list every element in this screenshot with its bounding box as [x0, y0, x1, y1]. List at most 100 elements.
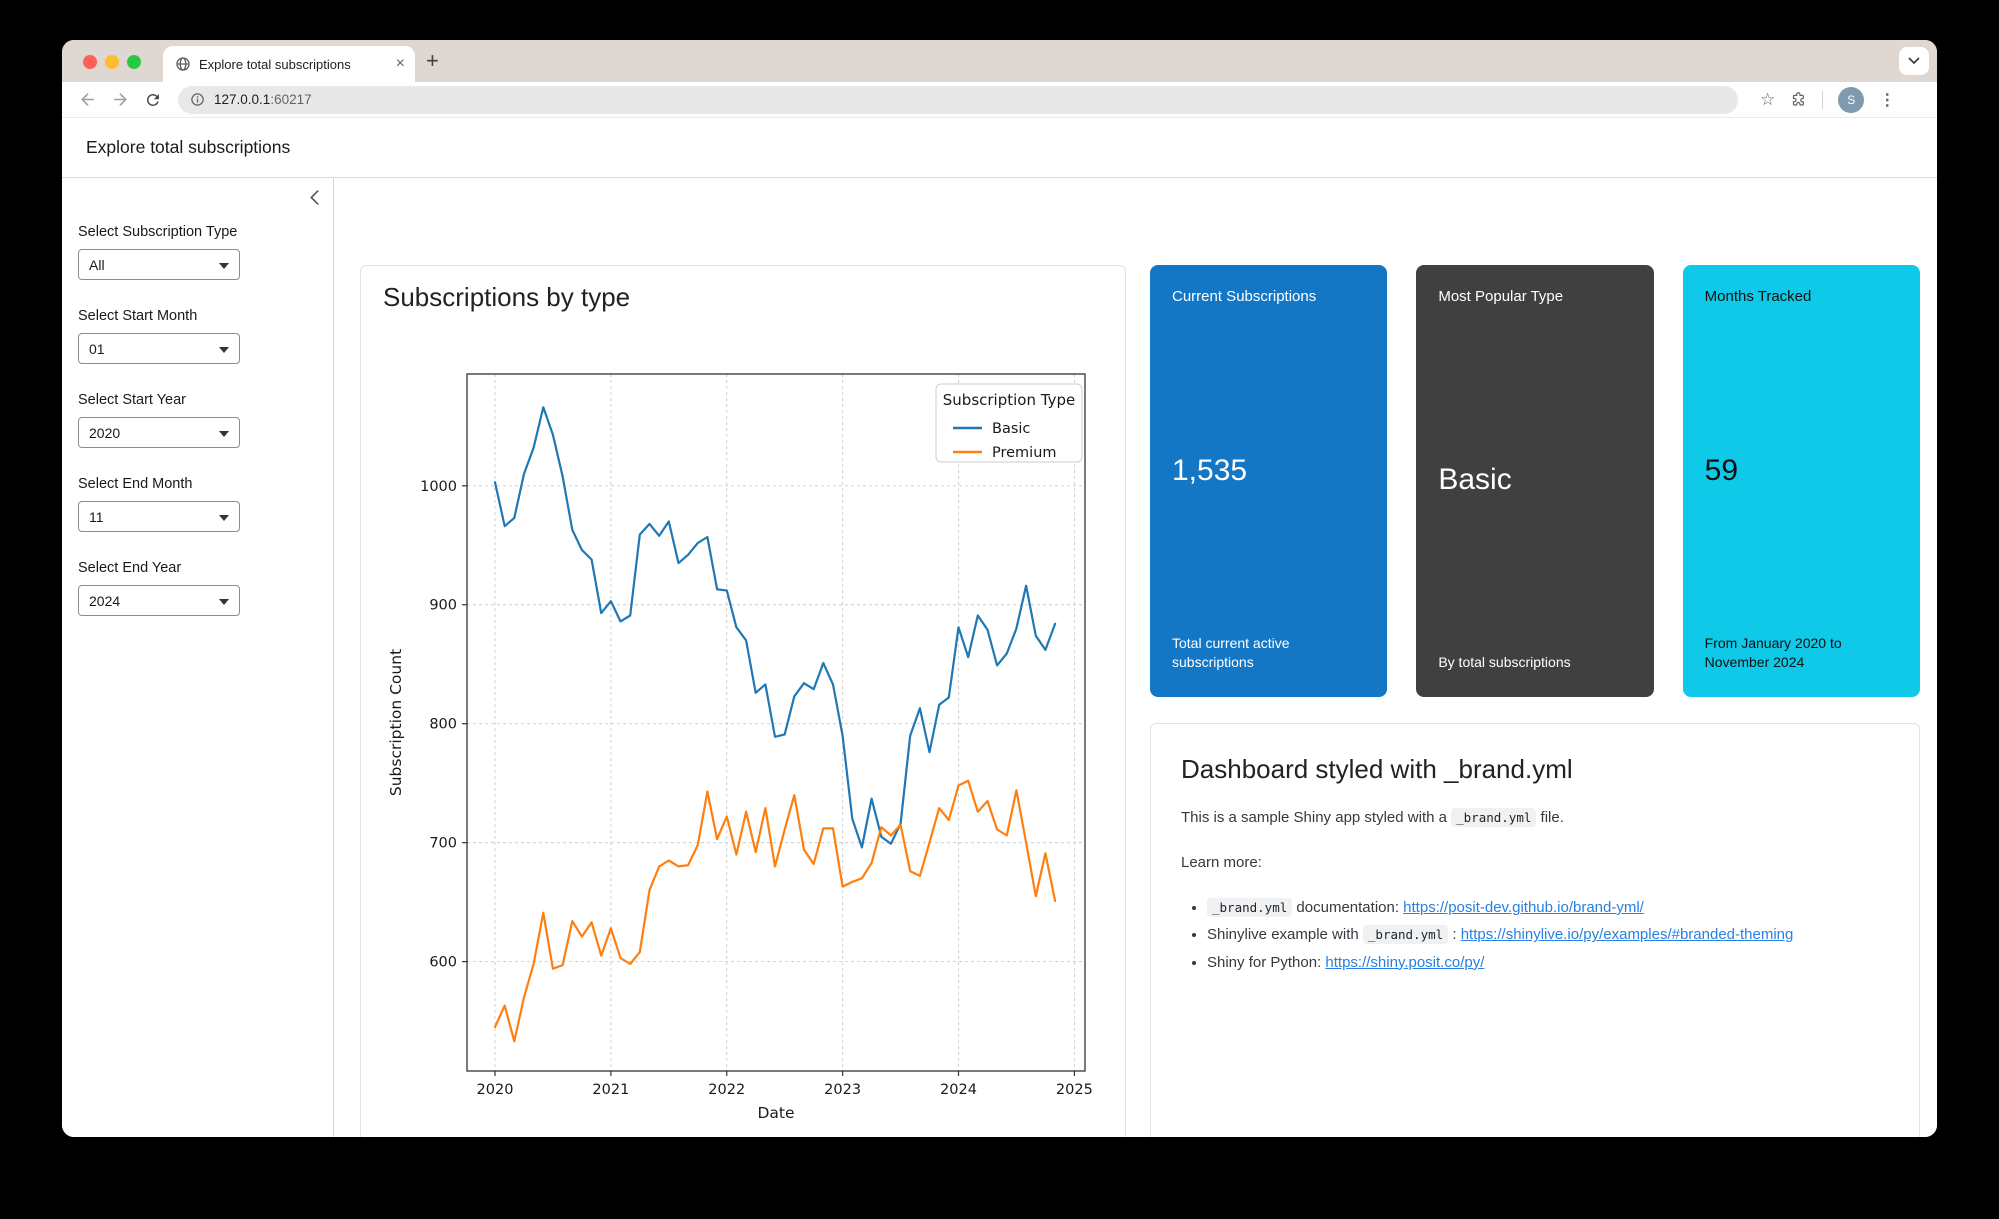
- value-box-current-subscriptions: Current Subscriptions 1,535 Total curren…: [1150, 265, 1387, 697]
- forward-icon[interactable]: [111, 90, 130, 109]
- select-caret-icon: [219, 599, 229, 605]
- svg-text:2022: 2022: [708, 1082, 745, 1098]
- list-item-text: Shinylive example with: [1207, 926, 1363, 943]
- external-link[interactable]: https://shinylive.io/py/examples/#brande…: [1461, 926, 1794, 943]
- end-month-select[interactable]: 11: [78, 501, 240, 532]
- value-box-months-tracked: Months Tracked 59 From January 2020 to N…: [1683, 265, 1920, 697]
- list-item-text: documentation:: [1292, 899, 1403, 916]
- svg-text:2024: 2024: [940, 1082, 977, 1098]
- toolbar-divider: [1822, 91, 1823, 109]
- url-bar[interactable]: 127.0.0.1:60217: [178, 86, 1738, 114]
- info-card-intro: This is a sample Shiny app styled with a…: [1181, 807, 1889, 830]
- value-box-caption: By total subscriptions: [1438, 653, 1631, 673]
- list-item-text: :: [1448, 926, 1461, 943]
- end-year-select[interactable]: 2024: [78, 585, 240, 616]
- svg-text:700: 700: [429, 836, 457, 852]
- url-text: 127.0.0.1:60217: [214, 92, 312, 107]
- start-year-select[interactable]: 2020: [78, 417, 240, 448]
- subscription-type-select[interactable]: All: [78, 249, 240, 280]
- sidebar: Select Subscription Type All Select Star…: [62, 178, 334, 1137]
- start-year-value: 2020: [89, 425, 120, 441]
- end-year-group: Select End Year 2024: [78, 560, 317, 616]
- chart-title: Subscriptions by type: [361, 266, 1125, 313]
- start-month-label: Select Start Month: [78, 308, 317, 324]
- svg-text:Basic: Basic: [992, 421, 1030, 437]
- new-tab-button[interactable]: +: [426, 48, 439, 74]
- back-icon[interactable]: [78, 90, 97, 109]
- svg-text:2021: 2021: [592, 1082, 629, 1098]
- tab-search-button[interactable]: [1899, 47, 1929, 75]
- start-month-value: 01: [89, 341, 105, 357]
- menu-kebab-icon[interactable]: ⋮: [1879, 90, 1895, 110]
- value-box-row: Current Subscriptions 1,535 Total curren…: [1150, 265, 1920, 697]
- page-title: Explore total subscriptions: [86, 137, 290, 158]
- select-caret-icon: [219, 431, 229, 437]
- value-box-title: Most Popular Type: [1438, 287, 1631, 307]
- reload-icon[interactable]: [144, 91, 162, 109]
- code-chip: _brand.yml: [1207, 898, 1292, 917]
- learn-more-label: Learn more:: [1181, 852, 1889, 875]
- end-month-label: Select End Month: [78, 476, 317, 492]
- code-chip: _brand.yml: [1451, 808, 1536, 827]
- subscription-type-value: All: [89, 257, 105, 273]
- select-caret-icon: [219, 263, 229, 269]
- tab-strip: Explore total subscriptions × +: [62, 40, 1937, 82]
- learn-more-list: _brand.yml documentation: https://posit-…: [1181, 896, 1889, 974]
- profile-avatar[interactable]: S: [1838, 87, 1864, 113]
- start-month-group: Select Start Month 01: [78, 308, 317, 364]
- chart-card: Subscriptions by type 600 700 800 900 1000 20…: [360, 265, 1126, 1137]
- value-box-title: Months Tracked: [1705, 287, 1898, 307]
- svg-text:900: 900: [429, 598, 457, 614]
- list-item: Shinylive example with _brand.yml : http…: [1207, 923, 1889, 946]
- tab-close-icon[interactable]: ×: [396, 56, 405, 72]
- zoom-window-button[interactable]: [127, 55, 141, 69]
- value-box-most-popular-type: Most Popular Type Basic By total subscri…: [1416, 265, 1653, 697]
- svg-text:600: 600: [429, 955, 457, 971]
- start-month-select[interactable]: 01: [78, 333, 240, 364]
- list-item: _brand.yml documentation: https://posit-…: [1207, 896, 1889, 919]
- svg-text:1000: 1000: [420, 479, 457, 495]
- close-window-button[interactable]: [83, 55, 97, 69]
- value-box-value: 1,535: [1172, 454, 1365, 488]
- chevron-down-icon: [1908, 57, 1920, 65]
- brand-info-card: Dashboard styled with _brand.yml This is…: [1150, 723, 1920, 1137]
- select-caret-icon: [219, 515, 229, 521]
- info-card-title: Dashboard styled with _brand.yml: [1181, 754, 1889, 785]
- value-box-caption: Total current active subscriptions: [1172, 634, 1365, 673]
- svg-text:Subscription Type: Subscription Type: [943, 391, 1075, 409]
- value-box-title: Current Subscriptions: [1172, 287, 1365, 307]
- subscriptions-line-chart: 600 700 800 900 1000 2020 2021 2022 2023 2024 2025…: [383, 354, 1105, 1134]
- svg-text:800: 800: [429, 717, 457, 733]
- end-year-label: Select End Year: [78, 560, 317, 576]
- list-item-text: Shiny for Python:: [1207, 954, 1325, 971]
- external-link[interactable]: https://shiny.posit.co/py/: [1325, 954, 1484, 971]
- browser-window: Explore total subscriptions × +: [62, 40, 1937, 1137]
- subscription-type-group: Select Subscription Type All: [78, 224, 317, 280]
- sidebar-collapse-button[interactable]: [310, 190, 319, 210]
- start-year-label: Select Start Year: [78, 392, 317, 408]
- svg-text:2025: 2025: [1056, 1082, 1093, 1098]
- svg-text:Premium: Premium: [992, 445, 1057, 461]
- bookmark-star-icon[interactable]: ☆: [1760, 91, 1775, 108]
- list-item: Shiny for Python: https://shiny.posit.co…: [1207, 951, 1889, 974]
- svg-text:2023: 2023: [824, 1082, 861, 1098]
- site-info-icon[interactable]: [190, 92, 205, 107]
- traffic-lights: [83, 55, 141, 69]
- globe-favicon-icon: [175, 56, 191, 72]
- extensions-puzzle-icon[interactable]: [1790, 91, 1807, 108]
- minimize-window-button[interactable]: [105, 55, 119, 69]
- select-caret-icon: [219, 347, 229, 353]
- start-year-group: Select Start Year 2020: [78, 392, 317, 448]
- browser-toolbar: 127.0.0.1:60217 ☆ S ⋮: [62, 82, 1937, 118]
- value-box-value: 59: [1705, 454, 1898, 488]
- browser-tab[interactable]: Explore total subscriptions ×: [163, 46, 415, 82]
- main-content: Subscriptions by type 600 700 800 900 1000 20…: [334, 178, 1937, 1137]
- external-link[interactable]: https://posit-dev.github.io/brand-yml/: [1403, 899, 1644, 916]
- end-month-value: 11: [89, 509, 104, 525]
- app-header: Explore total subscriptions: [62, 118, 1937, 178]
- svg-text:2020: 2020: [477, 1082, 514, 1098]
- value-box-value: Basic: [1438, 463, 1631, 497]
- end-month-group: Select End Month 11: [78, 476, 317, 532]
- toolbar-right-icons: ☆ S ⋮: [1760, 87, 1895, 113]
- svg-text:Subscription Count: Subscription Count: [387, 649, 405, 796]
